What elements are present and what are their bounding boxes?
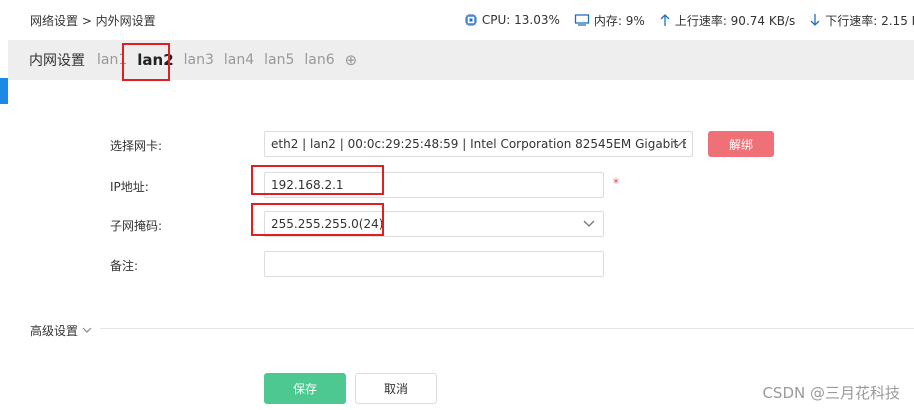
section-divider <box>100 328 914 329</box>
tab-lan6[interactable]: lan6 <box>304 52 334 68</box>
required-mark: * <box>613 176 619 190</box>
tab-lan1[interactable]: lan1 <box>97 52 127 68</box>
tab-lan5[interactable]: lan5 <box>264 52 294 68</box>
cpu-value: CPU: 13.03% <box>481 13 560 27</box>
chevron-down-icon <box>82 327 92 333</box>
top-bar: 网络设置 > 内外网设置 CPU: 13.03% 内存: 9% 上行速率: 90… <box>0 0 914 40</box>
mask-row: 子网掩码: 255.255.255.0(24) <box>0 211 914 237</box>
tab-bar: 内网设置 lan1 lan2 lan3 lan4 lan5 lan6 ⊕ <box>8 40 914 80</box>
arrow-up-icon <box>660 14 670 26</box>
add-tab-icon[interactable]: ⊕ <box>345 51 358 69</box>
upload-stat: 上行速率: 90.74 KB/s <box>659 12 795 29</box>
sidebar-accent <box>0 78 8 104</box>
save-button[interactable]: 保存 <box>264 373 346 404</box>
system-stats: CPU: 13.03% 内存: 9% 上行速率: 90.74 KB/s 下行速率… <box>464 12 914 29</box>
nic-row: 选择网卡: eth2 | lan2 | 00:0c:29:25:48:59 | … <box>0 131 914 157</box>
memory-stat: 内存: 9% <box>574 12 645 29</box>
nic-select[interactable]: eth2 | lan2 | 00:0c:29:25:48:59 | Intel … <box>264 131 693 157</box>
watermark: CSDN @三月花科技 <box>762 384 900 402</box>
memory-value: 内存: 9% <box>593 13 645 28</box>
ip-label: IP地址: <box>110 180 149 194</box>
mask-label: 子网掩码: <box>110 219 163 233</box>
tab-lan2[interactable]: lan2 <box>137 51 173 69</box>
arrow-down-icon <box>810 14 820 26</box>
breadcrumb: 网络设置 > 内外网设置 <box>30 13 156 28</box>
mask-select-value: 255.255.255.0(24) <box>271 217 384 231</box>
cpu-stat: CPU: 13.03% <box>464 13 560 27</box>
nic-label: 选择网卡: <box>110 139 163 153</box>
cpu-icon <box>464 14 477 26</box>
ip-row: IP地址: 192.168.2.1 * <box>0 172 914 198</box>
tab-lan3[interactable]: lan3 <box>184 52 214 68</box>
note-input[interactable] <box>264 251 604 277</box>
chevron-down-icon <box>672 140 684 147</box>
download-stat: 下行速率: 2.15 M <box>809 12 914 29</box>
ip-input[interactable]: 192.168.2.1 <box>264 172 604 198</box>
tab-lan-settings[interactable]: 内网设置 <box>29 50 85 70</box>
advanced-settings-toggle[interactable]: 高级设置 <box>30 322 92 339</box>
tab-lan4[interactable]: lan4 <box>224 52 254 68</box>
advanced-settings-label: 高级设置 <box>30 324 79 338</box>
unbind-button[interactable]: 解绑 <box>708 131 774 157</box>
download-value: 下行速率: 2.15 M <box>825 13 914 28</box>
upload-value: 上行速率: 90.74 KB/s <box>674 13 796 28</box>
note-label: 备注: <box>110 259 139 273</box>
chevron-down-icon <box>583 220 595 227</box>
note-row: 备注: <box>0 251 914 277</box>
memory-icon <box>574 14 590 26</box>
mask-select[interactable]: 255.255.255.0(24) <box>264 211 604 237</box>
cancel-button[interactable]: 取消 <box>355 373 437 404</box>
left-strip <box>0 0 8 410</box>
ip-input-value: 192.168.2.1 <box>271 178 344 192</box>
nic-select-value: eth2 | lan2 | 00:0c:29:25:48:59 | Intel … <box>271 137 686 151</box>
